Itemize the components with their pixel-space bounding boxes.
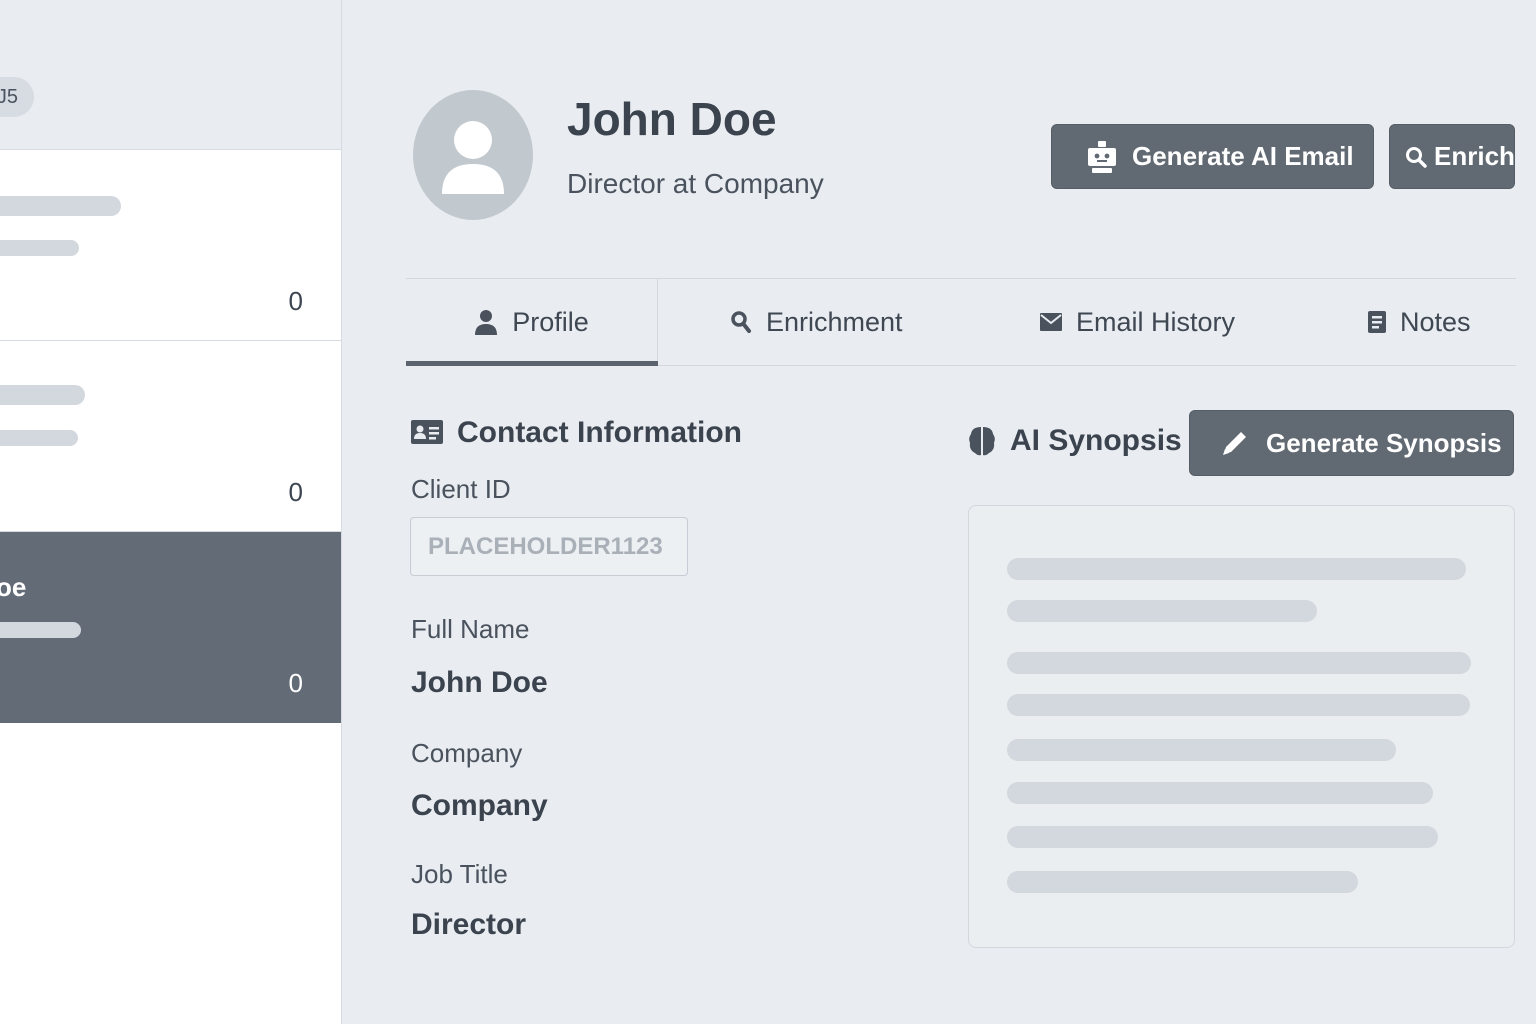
section-title: AI Synopsis: [1010, 424, 1182, 457]
tab-label: Notes: [1400, 306, 1471, 337]
contact-list-item[interactable]: 0: [0, 150, 341, 341]
person-icon: [474, 309, 498, 335]
contact-list-item-selected[interactable]: oe 0: [0, 532, 341, 723]
job-title-value: Director: [411, 908, 527, 941]
generate-ai-email-button[interactable]: Generate AI Email: [1051, 124, 1374, 189]
generate-ai-email-label: Generate AI Email: [1132, 141, 1354, 171]
full-name-value: John Doe: [411, 666, 548, 699]
avatar-person-icon: [442, 121, 504, 194]
contact-list-item[interactable]: 0: [0, 341, 341, 532]
tab-enrichment[interactable]: Enrichment: [730, 279, 903, 365]
sidebar-header: J5: [0, 0, 341, 150]
contact-sidebar: J5 0 0 oe 0: [0, 0, 342, 1024]
item-count: 0: [288, 668, 303, 698]
skeleton-line: [1007, 782, 1433, 804]
company-label: Company: [411, 738, 523, 768]
active-tab-indicator: [406, 361, 658, 366]
tab-bar: Profile Enrichment Email History Notes: [406, 279, 1516, 366]
job-title-label: Job Title: [411, 859, 508, 889]
item-count: 0: [288, 286, 303, 316]
tab-label: Email History: [1076, 306, 1236, 337]
client-id-label: Client ID: [411, 474, 511, 504]
item-count: 0: [288, 477, 303, 507]
skeleton-line: [0, 196, 121, 216]
generate-synopsis-label: Generate Synopsis: [1266, 427, 1502, 458]
section-title: Contact Information: [457, 416, 742, 449]
skeleton-line: [1007, 871, 1358, 893]
skeleton-line: [0, 240, 79, 256]
synopsis-content-placeholder: [968, 505, 1515, 948]
skeleton-line: [0, 622, 81, 638]
generate-synopsis-button[interactable]: Generate Synopsis: [1189, 410, 1514, 476]
skeleton-line: [1007, 739, 1396, 761]
contact-information-heading: Contact Information: [411, 416, 742, 450]
enrich-button[interactable]: Enrich: [1389, 124, 1515, 189]
tab-label: Enrichment: [766, 306, 903, 337]
ai-synopsis-heading: AI Synopsis: [968, 424, 1182, 458]
envelope-icon: [1040, 313, 1062, 331]
skeleton-line: [1007, 600, 1317, 622]
count-pill: J5: [0, 77, 34, 117]
tab-notes[interactable]: Notes: [1368, 279, 1471, 365]
search-icon: [1404, 145, 1428, 169]
company-value: Company: [411, 789, 548, 822]
skeleton-line: [1007, 652, 1471, 674]
enrich-label: Enrich: [1434, 141, 1515, 171]
skeleton-line: [0, 430, 78, 446]
full-name-label: Full Name: [411, 614, 530, 644]
item-name: oe: [0, 572, 27, 602]
skeleton-line: [1007, 694, 1470, 716]
skeleton-line: [1007, 558, 1466, 580]
avatar: [413, 90, 533, 220]
robot-icon: [1086, 140, 1118, 174]
notes-icon: [1368, 311, 1386, 333]
skeleton-line: [1007, 826, 1438, 848]
skeleton-line: [0, 385, 85, 405]
search-icon: [730, 310, 752, 334]
tab-profile[interactable]: Profile: [406, 279, 658, 365]
page-subtitle: Director at Company: [567, 168, 824, 199]
pencil-icon: [1220, 428, 1250, 458]
brain-icon: [968, 425, 996, 457]
id-card-icon: [411, 420, 443, 446]
client-id-input[interactable]: [410, 517, 688, 576]
tab-email-history[interactable]: Email History: [1040, 279, 1235, 365]
page-title: John Doe: [567, 93, 777, 145]
tab-label: Profile: [512, 306, 589, 337]
